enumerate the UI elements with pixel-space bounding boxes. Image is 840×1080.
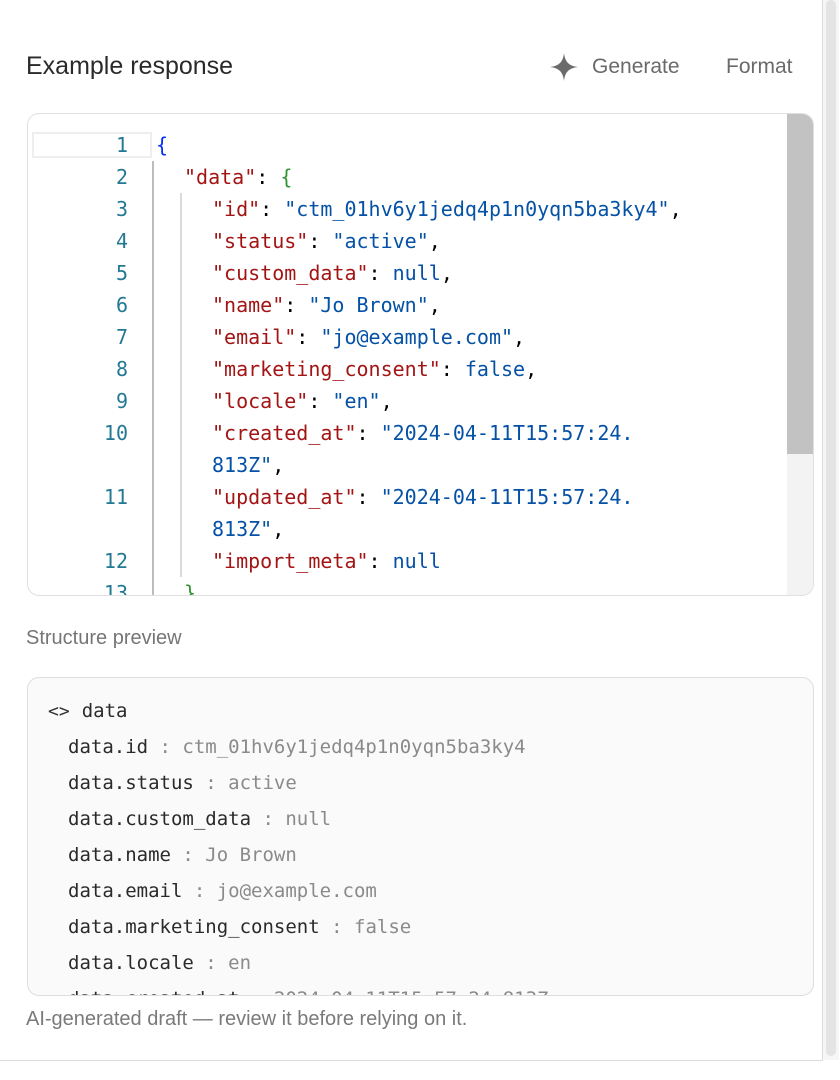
preview-value: null xyxy=(285,808,332,830)
structure-preview[interactable]: <> data data.id : ctm_01hv6y1jedq4p1n0yq… xyxy=(27,677,814,996)
preview-value: active xyxy=(228,772,297,794)
preview-key: data.email xyxy=(68,880,183,902)
preview-row[interactable]: data.status : active xyxy=(68,772,297,794)
preview-key: data.status xyxy=(68,772,194,794)
code-line: 10 "created_at": "2024-04-11T15:57:24. xyxy=(28,417,788,449)
code-text: "id": "ctm_01hv6y1jedq4p1n0yqn5ba3ky4", xyxy=(212,197,682,221)
preview-row[interactable]: data.id : ctm_01hv6y1jedq4p1n0yqn5ba3ky4 xyxy=(68,736,526,758)
code-text: "custom_data": null, xyxy=(212,261,453,285)
indent-guide xyxy=(152,161,154,595)
preview-value: false xyxy=(354,916,412,938)
line-number: 1 xyxy=(115,133,128,157)
code-line: 813Z", xyxy=(28,449,788,481)
response-panel: Example response Generate Format 1{2 "dat… xyxy=(0,0,823,1061)
preview-row[interactable]: data.marketing_consent : false xyxy=(68,916,411,938)
code-text: "email": "jo@example.com", xyxy=(212,325,526,349)
line-number: 3 xyxy=(115,197,128,221)
code-line: 813Z", xyxy=(28,513,788,545)
panel-header: Example response Generate Format xyxy=(26,40,806,96)
code-text: "name": "Jo Brown", xyxy=(212,293,441,317)
json-editor[interactable]: 1{2 "data": {3 "id": "ctm_01hv6y1jedq4p1n0… xyxy=(27,113,814,596)
generate-label: Generate xyxy=(592,55,680,78)
structure-preview-label: Structure preview xyxy=(26,627,182,649)
section-title: Example response xyxy=(26,52,234,80)
line-number: 12 xyxy=(103,549,128,573)
line-number: 11 xyxy=(103,485,128,509)
code-text: "status": "active", xyxy=(212,229,441,253)
preview-row[interactable]: data.locale : en xyxy=(68,952,251,974)
line-number: 9 xyxy=(115,389,128,413)
code-line: 1{ xyxy=(28,129,788,161)
editor-lines: 1{2 "data": {3 "id": "ctm_01hv6y1jedq4p1n0… xyxy=(28,114,788,595)
code-line: 6 "name": "Jo Brown", xyxy=(28,289,788,321)
code-text: } xyxy=(184,581,197,595)
code-text: "marketing_consent": false, xyxy=(212,357,538,381)
line-number: 7 xyxy=(115,325,128,349)
line-number: 10 xyxy=(103,421,128,445)
preview-key: data.name xyxy=(68,844,171,866)
editor-scrollbar[interactable] xyxy=(787,114,813,595)
code-text: 813Z", xyxy=(212,517,285,541)
preview-value: en xyxy=(228,952,252,974)
line-number: 13 xyxy=(103,581,128,595)
code-brackets-icon: <> xyxy=(48,700,70,722)
preview-key: data.marketing_consent xyxy=(68,916,320,938)
code-line: 12 "import_meta": null xyxy=(28,545,788,577)
code-text: "updated_at": "2024-04-11T15:57:24. xyxy=(212,485,634,509)
preview-root-label: data xyxy=(81,700,128,722)
sparkle-icon xyxy=(550,53,578,81)
preview-key: data.created_at xyxy=(68,988,240,995)
code-text: { xyxy=(156,133,169,157)
code-text: "created_at": "2024-04-11T15:57:24. xyxy=(212,421,634,445)
line-number: 6 xyxy=(115,293,128,317)
line-number: 5 xyxy=(115,261,128,285)
code-line: 5 "custom_data": null, xyxy=(28,257,788,289)
preview-row[interactable]: data.name : Jo Brown xyxy=(68,844,297,866)
code-line: 13} xyxy=(28,577,788,595)
format-button[interactable]: Format xyxy=(726,50,793,84)
preview-row[interactable]: data.custom_data : null xyxy=(68,808,331,830)
preview-root-node[interactable]: <> data xyxy=(48,700,127,722)
code-line: 2 "data": { xyxy=(28,161,788,193)
preview-row[interactable]: data.created_at : 2024-04-11T15:57:24.81… xyxy=(68,988,549,995)
format-label: Format xyxy=(726,55,793,78)
indent-guide xyxy=(180,193,182,577)
line-number: 8 xyxy=(115,357,128,381)
ai-disclaimer: AI-generated draft — review it before re… xyxy=(26,1008,468,1030)
page-scrollbar-thumb[interactable] xyxy=(826,0,836,1056)
preview-key: data.locale xyxy=(68,952,194,974)
code-text: "import_meta": null xyxy=(212,549,441,573)
code-line: 9 "locale": "en", xyxy=(28,385,788,417)
preview-key: data.id xyxy=(68,736,149,758)
preview-key: data.custom_data xyxy=(68,808,252,830)
preview-value: Jo Brown xyxy=(205,844,297,866)
editor-scrollbar-thumb[interactable] xyxy=(787,114,813,454)
code-text: "locale": "en", xyxy=(212,389,393,413)
preview-value: ctm_01hv6y1jedq4p1n0yqn5ba3ky4 xyxy=(182,736,526,758)
page-scrollbar[interactable] xyxy=(823,0,839,1060)
preview-row[interactable]: data.email : jo@example.com xyxy=(68,880,377,902)
code-line: 8 "marketing_consent": false, xyxy=(28,353,788,385)
preview-value: 2024-04-11T15:57:24.813Z xyxy=(274,988,549,995)
code-line: 7 "email": "jo@example.com", xyxy=(28,321,788,353)
line-number: 4 xyxy=(115,229,128,253)
generate-button[interactable]: Generate xyxy=(548,50,680,84)
code-text: "data": { xyxy=(184,165,293,189)
preview-value: jo@example.com xyxy=(216,880,377,902)
code-text: 813Z", xyxy=(212,453,285,477)
code-line: 4 "status": "active", xyxy=(28,225,788,257)
code-line: 11 "updated_at": "2024-04-11T15:57:24. xyxy=(28,481,788,513)
line-number: 2 xyxy=(115,165,128,189)
code-line: 3 "id": "ctm_01hv6y1jedq4p1n0yqn5ba3ky4", xyxy=(28,193,788,225)
